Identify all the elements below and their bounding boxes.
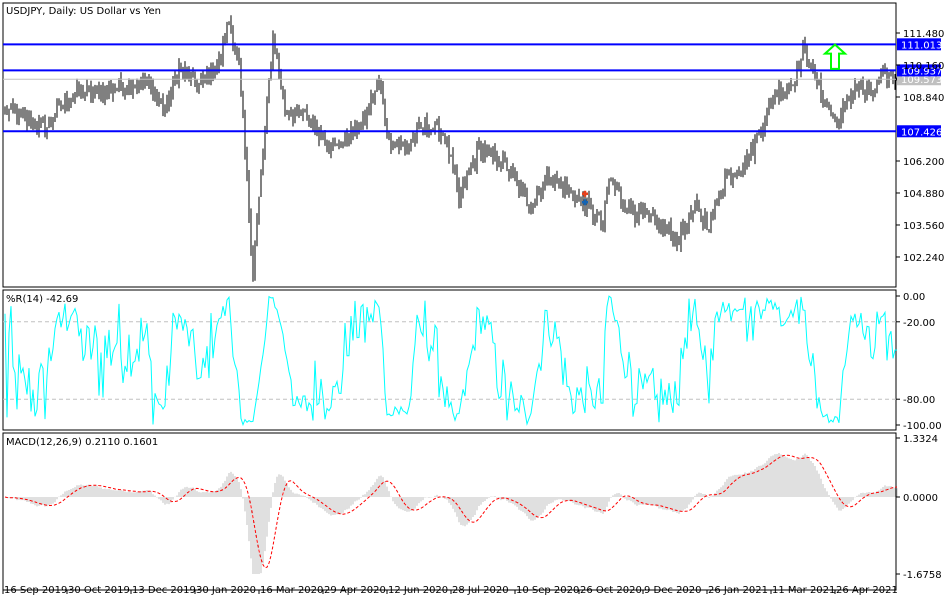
price-axis-label: 104.880	[903, 189, 944, 200]
date-axis-label: 26 Apr 2021	[836, 585, 898, 596]
level-price-label: 111.013	[901, 40, 942, 51]
date-axis-label: 28 Jul 2020	[452, 585, 509, 596]
price-axis-label: 110.160	[903, 61, 944, 72]
level-price-label: 107.426	[901, 127, 942, 138]
price-axis-label: 106.200	[903, 157, 944, 168]
date-axis-label: 10 Sep 2020	[516, 585, 579, 596]
date-axis-label: 29 Apr 2020	[324, 585, 386, 596]
macd-panel[interactable]	[2, 432, 897, 591]
macd-axis-label: -1.6758	[903, 570, 942, 581]
wpr-label: %R(14) -42.69	[6, 294, 78, 305]
macd-axis-label: 1.3324	[903, 434, 938, 445]
wpr-axis-label: -100.00	[903, 421, 942, 432]
price-axis-label: 103.560	[903, 221, 944, 232]
date-axis-label: 16 Sep 2019	[4, 585, 67, 596]
wpr-axis-label: -20.00	[903, 318, 935, 329]
date-axis-label: 30 Oct 2019	[68, 585, 130, 596]
date-axis-label: 13 Dec 2019	[132, 585, 196, 596]
date-axis-label: 12 Jun 2020	[388, 585, 448, 596]
date-axis-label: 26 Jan 2021	[708, 585, 768, 596]
price-axis-label: 108.840	[903, 93, 944, 104]
wpr-axis-label: -80.00	[903, 395, 935, 406]
date-axis-label: 16 Mar 2020	[260, 585, 323, 596]
date-axis-label: 30 Jan 2020	[196, 585, 256, 596]
price-axis-label: 111.480	[903, 29, 944, 40]
date-axis-label: 9 Dec 2020	[644, 585, 702, 596]
macd-label: MACD(12,26,9) 0.2110 0.1601	[6, 437, 158, 448]
wpr-axis-label: 0.00	[903, 292, 925, 303]
date-axis-label: 11 Mar 2021	[772, 585, 835, 596]
wpr-panel[interactable]	[2, 289, 897, 431]
date-axis-label: 26 Oct 2020	[580, 585, 642, 596]
chart-window[interactable]: 109.573111.013109.937107.426111.480110.1…	[0, 0, 950, 600]
chart-title: USDJPY, Daily: US Dollar vs Yen	[6, 6, 161, 17]
price-axis-label: 102.240	[903, 253, 944, 264]
macd-axis-label: 0.0000	[903, 493, 938, 504]
